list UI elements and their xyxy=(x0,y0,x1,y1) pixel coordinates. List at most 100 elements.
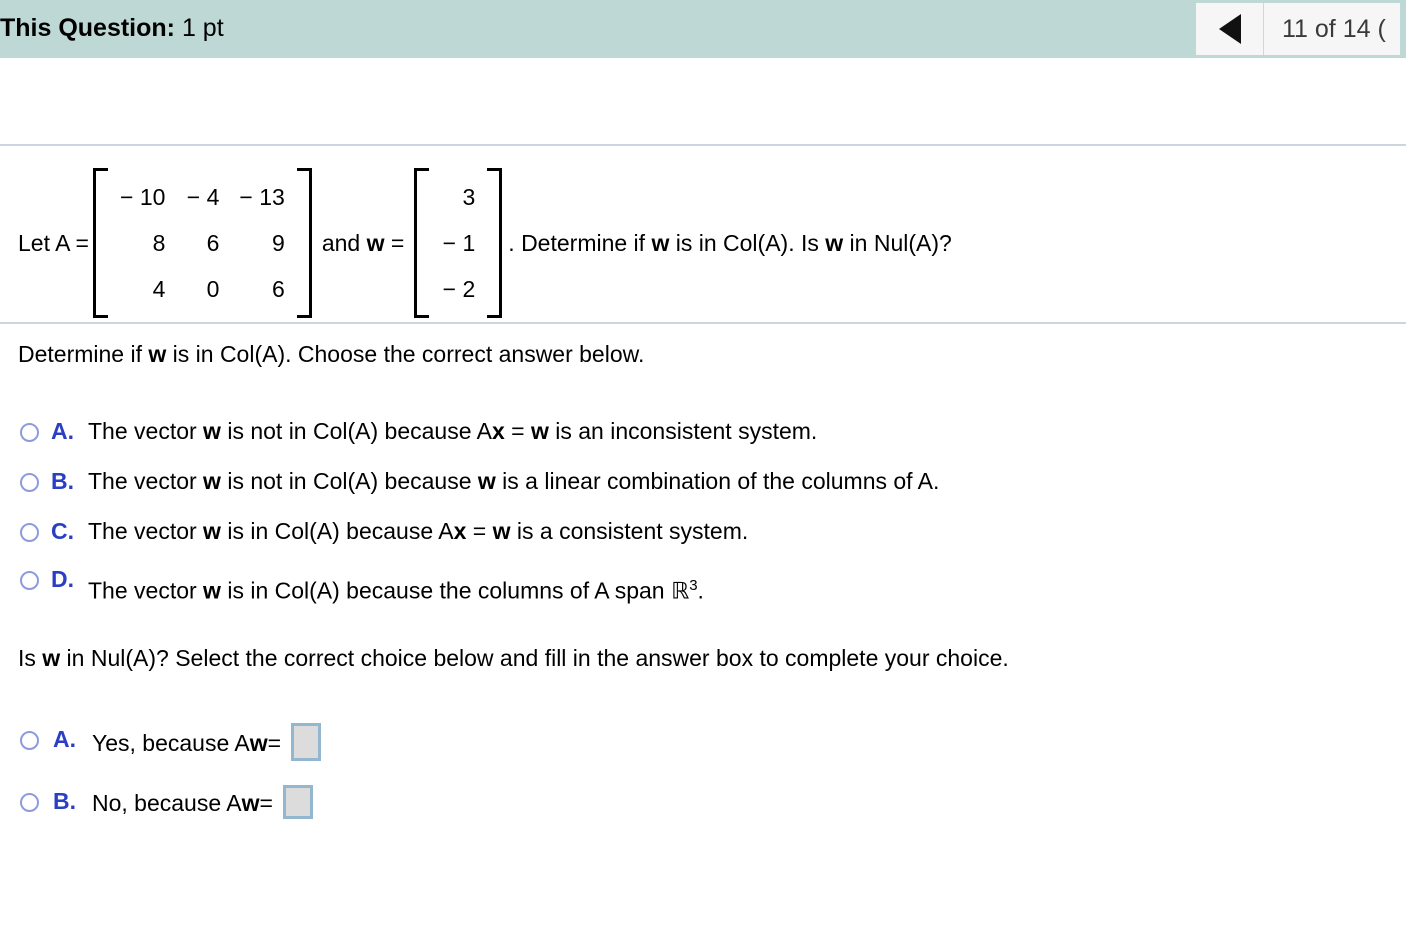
col-choice-d-text: The vector w is in Col(A) because the co… xyxy=(88,577,704,605)
var-w: w xyxy=(530,418,549,444)
seg: is not in Col(A) because xyxy=(220,468,478,494)
radio-button-col-b[interactable] xyxy=(20,473,39,492)
tail-var-w-1: w xyxy=(651,229,670,256)
divider-middle xyxy=(0,322,1406,324)
and-label: and xyxy=(321,229,361,256)
matrix-a-grid: − 10 − 4 − 13 8 6 9 4 0 6 xyxy=(108,168,297,318)
nul-choice-a-answer-input[interactable] xyxy=(291,723,322,761)
col-question-prompt: Determine if w is in Col(A). Choose the … xyxy=(18,341,644,368)
seg: The vector xyxy=(88,518,204,544)
equals-sign: = xyxy=(390,229,405,256)
seg: = xyxy=(504,418,531,444)
tail-seg-3: in Nul(A)? xyxy=(843,229,952,256)
nul-choice-a[interactable]: A. Yes, because Aw = xyxy=(20,723,322,761)
matrix-a-cell-0-2: − 13 xyxy=(239,184,285,210)
nul-question-prompt: Is w in Nul(A)? Select the correct choic… xyxy=(18,645,1009,672)
col-choice-b[interactable]: B. The vector w is not in Col(A) because… xyxy=(20,468,939,495)
col-choice-a-letter: A. xyxy=(51,418,74,444)
radio-button-col-c[interactable] xyxy=(20,523,39,542)
page-title: This Question: 1 pt xyxy=(0,13,224,43)
var-x: x xyxy=(453,518,467,544)
divider-top xyxy=(0,144,1406,146)
nul-choice-b[interactable]: B. No, because Aw = xyxy=(20,785,313,819)
var-w: w xyxy=(203,468,221,494)
conjunction-label: and w = xyxy=(322,230,404,257)
radio-button-col-d[interactable] xyxy=(20,571,39,590)
seg: is in Col(A) because A xyxy=(220,518,454,544)
var-w: w xyxy=(492,518,511,544)
seg: is an inconsistent system. xyxy=(548,418,818,444)
col-prompt-seg-2: is in Col(A). Choose the correct answer … xyxy=(166,341,645,367)
matrix-a-cell-2-0: 4 xyxy=(152,276,166,302)
let-a-label: Let A = xyxy=(18,229,89,256)
var-w: w xyxy=(241,790,260,816)
question-nav-group: 11 of 14 ( xyxy=(1196,3,1400,55)
left-triangle-icon xyxy=(1218,14,1241,44)
seg: = xyxy=(267,730,282,756)
seg: is a linear combination of the columns o… xyxy=(495,468,940,494)
var-x: x xyxy=(491,418,505,444)
nul-choice-b-text: No, because Aw = xyxy=(92,785,313,819)
question-counter: 11 of 14 ( xyxy=(1264,3,1400,55)
radio-button-col-a[interactable] xyxy=(20,423,39,442)
seg: = xyxy=(259,790,273,816)
col-choice-b-letter: B. xyxy=(51,468,74,494)
nul-choice-b-answer-input[interactable] xyxy=(282,785,313,819)
vector-w-cell-2: − 2 xyxy=(442,276,476,302)
vector-w-label: w xyxy=(366,229,385,256)
seg: The vector xyxy=(88,468,204,494)
matrix-a-bracket-right xyxy=(296,168,312,318)
vector-w-bracket-right xyxy=(487,168,503,318)
matrix-a-cell-1-2: 9 xyxy=(272,230,285,256)
col-choice-d[interactable]: D. The vector w is in Col(A) because the… xyxy=(20,566,704,605)
matrix-a-cell-1-1: 6 xyxy=(206,230,220,256)
seg: No, because A xyxy=(92,790,242,816)
vector-w-grid: 3 − 1 − 2 xyxy=(429,168,487,318)
seg: = xyxy=(466,518,493,544)
page-title-label: This Question: xyxy=(0,14,175,42)
seg: is not in Col(A) because A xyxy=(220,418,492,444)
seg: The vector xyxy=(88,418,204,444)
col-choice-c-text: The vector w is in Col(A) because Ax = w… xyxy=(88,518,748,545)
col-choice-a[interactable]: A. The vector w is not in Col(A) because… xyxy=(20,418,817,445)
previous-question-button[interactable] xyxy=(1196,3,1264,55)
problem-statement: Let A = − 10 − 4 − 13 8 6 9 4 0 6 and w … xyxy=(18,168,952,318)
nul-prompt-var-w: w xyxy=(42,645,61,671)
col-choice-b-text: The vector w is not in Col(A) because w … xyxy=(88,468,939,495)
matrix-a-cell-2-1: 0 xyxy=(206,276,220,302)
matrix-a: − 10 − 4 − 13 8 6 9 4 0 6 xyxy=(93,168,312,318)
tail-var-w-2: w xyxy=(825,229,844,256)
vector-w-cell-1: − 1 xyxy=(442,230,476,256)
seg: The vector xyxy=(88,577,204,604)
var-w: w xyxy=(477,468,496,494)
radio-button-nul-a[interactable] xyxy=(20,731,39,750)
matrix-a-cell-0-0: − 10 xyxy=(120,184,166,210)
nul-prompt-seg-2: in Nul(A)? Select the correct choice bel… xyxy=(60,645,1009,671)
nul-choice-b-letter: B. xyxy=(53,788,76,814)
vector-w-cell-0: 3 xyxy=(462,184,476,210)
vector-w: 3 − 1 − 2 xyxy=(414,168,503,318)
var-w: w xyxy=(203,518,221,544)
col-choice-c[interactable]: C. The vector w is in Col(A) because Ax … xyxy=(20,518,748,545)
seg: is a consistent system. xyxy=(510,518,749,544)
col-choice-c-letter: C. xyxy=(51,518,74,544)
problem-tail-text: . Determine if w is in Col(A). Is w in N… xyxy=(508,230,952,257)
seg: is in Col(A) because the columns of A sp… xyxy=(220,577,671,604)
matrix-a-bracket-left xyxy=(93,168,108,318)
seg: . xyxy=(697,577,704,604)
nul-choice-a-text: Yes, because Aw = xyxy=(92,723,322,761)
var-w: w xyxy=(203,577,221,604)
matrix-a-cell-2-2: 6 xyxy=(272,276,285,302)
var-w: w xyxy=(249,730,268,756)
nul-prompt-seg-1: Is xyxy=(18,645,43,671)
real-numbers-symbol: ℝ xyxy=(670,578,690,605)
col-prompt-var-w: w xyxy=(148,341,167,367)
exponent: 3 xyxy=(689,577,698,594)
col-choice-a-text: The vector w is not in Col(A) because Ax… xyxy=(88,418,817,445)
matrix-a-cell-0-1: − 4 xyxy=(186,184,220,210)
col-prompt-seg-1: Determine if xyxy=(18,341,149,367)
matrix-a-cell-1-0: 8 xyxy=(152,230,166,256)
radio-button-nul-b[interactable] xyxy=(20,793,39,812)
page-title-value: 1 pt xyxy=(175,14,224,42)
seg: Yes, because A xyxy=(92,730,250,756)
